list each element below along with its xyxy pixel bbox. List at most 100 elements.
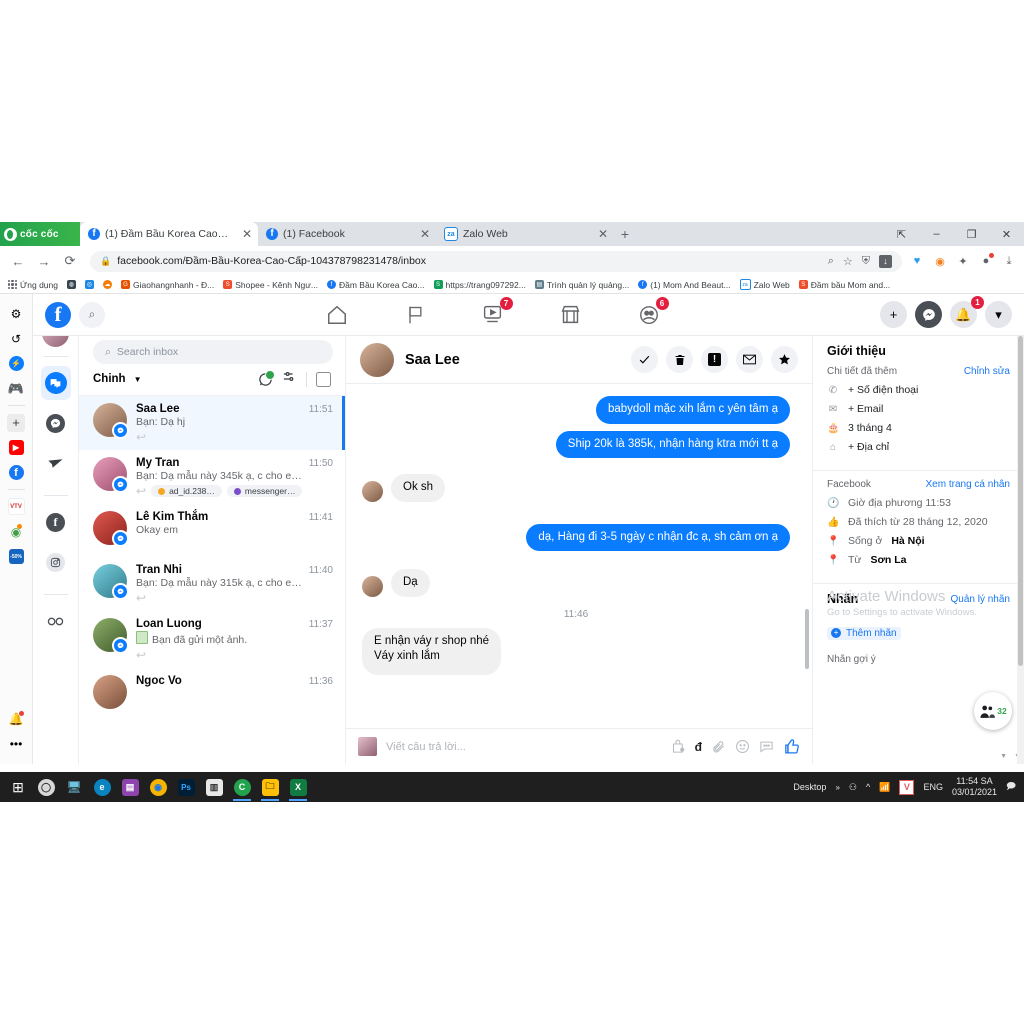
- address-bar[interactable]: 🔒 facebook.com/Đầm-Bầu-Korea-Cao-Cấp-104…: [90, 250, 902, 272]
- maximize-icon[interactable]: ❐: [954, 228, 989, 241]
- bookmark-ads-manager[interactable]: ▤ Trình quản lý quảng...: [532, 280, 632, 290]
- browser-tab-2-close-icon[interactable]: ✕: [412, 227, 430, 241]
- report-spam-button[interactable]: !: [701, 346, 728, 373]
- profile-avatar-icon[interactable]: ●: [979, 253, 994, 268]
- conversation-item-saa-lee[interactable]: Saa Lee 11:51 Bạn: Dạ hj ↩: [79, 396, 345, 450]
- file-explorer-icon[interactable]: 🗀: [256, 773, 284, 801]
- sale-50-icon[interactable]: -50%: [5, 544, 27, 569]
- browser-tab-1[interactable]: f (1) Đầm Bầu Korea Cao Cấp | ✕: [80, 222, 258, 246]
- reply-input[interactable]: Viết câu trả lời...: [386, 741, 662, 753]
- marketplace-icon[interactable]: [558, 302, 584, 328]
- bookmark-globe[interactable]: ◍: [64, 280, 79, 289]
- reload-icon[interactable]: ⟳: [58, 249, 82, 273]
- forward-icon[interactable]: →: [32, 249, 56, 273]
- bookmark-dambau-mom[interactable]: S Đầm bầu Mom and...: [796, 280, 893, 290]
- thread-scrollbar[interactable]: [805, 609, 809, 669]
- filter-settings-icon[interactable]: [282, 369, 297, 389]
- dong-currency-icon[interactable]: đ: [695, 740, 702, 754]
- shopping-tag-icon[interactable]: ◉: [5, 519, 27, 544]
- heart-extension-icon[interactable]: ♥: [910, 254, 924, 268]
- inbox-filter-label[interactable]: Chinh: [93, 373, 126, 385]
- chrome-icon[interactable]: ◉: [144, 773, 172, 801]
- star-button[interactable]: [771, 346, 798, 373]
- messenger-button[interactable]: [915, 301, 942, 328]
- overflow-icon[interactable]: »: [835, 783, 839, 792]
- chevron-down-icon[interactable]: ▼: [134, 375, 142, 384]
- mark-done-button[interactable]: [631, 346, 658, 373]
- bookmark-sheets[interactable]: S https://trang097292...: [431, 280, 529, 290]
- manage-labels-link[interactable]: Quản lý nhãn: [951, 594, 1011, 605]
- notifications-button[interactable]: 🔔 1: [950, 296, 984, 328]
- bookmark-star-icon[interactable]: ☆: [843, 255, 853, 268]
- microsoft-store-icon[interactable]: ▥: [200, 773, 228, 801]
- saved-replies-icon[interactable]: [671, 739, 686, 754]
- detail-address[interactable]: ⌂ + Địa chỉ: [827, 441, 1010, 453]
- bookmark-mom-and-beauty[interactable]: f (1) Mom And Beaut...: [635, 280, 733, 290]
- select-all-checkbox[interactable]: [316, 371, 331, 387]
- home-icon[interactable]: [324, 302, 350, 328]
- watch-video-icon[interactable]: 7: [480, 296, 513, 328]
- detail-phone[interactable]: ✆ + Số điện thoại: [827, 384, 1010, 396]
- history-icon[interactable]: ↺: [5, 326, 27, 351]
- account-menu-button[interactable]: ▾: [985, 301, 1012, 328]
- wifi-icon[interactable]: 📶: [879, 782, 890, 793]
- conversation-item-le-kim-tham[interactable]: Lê Kim Thắm 11:41 Okay em: [79, 504, 345, 557]
- conversation-tag[interactable]: ad_id.238…: [151, 485, 222, 497]
- bookmark-compass[interactable]: ◎: [82, 280, 97, 289]
- download-video-icon[interactable]: ↓: [879, 254, 892, 268]
- browser-tab-2[interactable]: f (1) Facebook ✕: [258, 222, 436, 246]
- shield-icon[interactable]: ⛨: [862, 255, 870, 268]
- bookmark-ghn[interactable]: G Giaohangnhanh - Đ...: [118, 280, 217, 290]
- minimize-icon[interactable]: –: [919, 228, 954, 240]
- avatar[interactable]: [360, 342, 394, 377]
- messenger-icon[interactable]: ⚡: [5, 351, 27, 376]
- edit-details-link[interactable]: Chỉnh sửa: [964, 366, 1010, 377]
- facebook-logo[interactable]: f: [45, 301, 71, 328]
- bookmark-shopee[interactable]: S Shopee - Kênh Ngư...: [220, 280, 321, 290]
- detail-email[interactable]: ✉ + Email: [827, 403, 1010, 415]
- create-plus-button[interactable]: +: [880, 301, 907, 328]
- bookmark-zalo[interactable]: za Zalo Web: [737, 279, 793, 290]
- coccoc-icon[interactable]: C: [228, 773, 256, 801]
- orange-extension-icon[interactable]: ◉: [933, 254, 947, 268]
- downloads-icon[interactable]: ⤓: [1002, 254, 1016, 268]
- photoshop-icon[interactable]: Ps: [172, 773, 200, 801]
- emoji-icon[interactable]: [735, 739, 750, 754]
- groups-icon[interactable]: 6: [636, 296, 669, 328]
- people-icon[interactable]: ⚇: [849, 782, 857, 793]
- scroll-down-icon[interactable]: ▼: [1000, 753, 1007, 760]
- infinity-tab[interactable]: [41, 604, 71, 638]
- close-window-icon[interactable]: ✕: [989, 228, 1024, 241]
- conversation-tag[interactable]: messenger…: [226, 485, 303, 497]
- search-input[interactable]: ⌕ Search inbox: [93, 340, 333, 364]
- send-paper-plane-tab[interactable]: [41, 446, 71, 480]
- task-view[interactable]: 🖥: [60, 773, 88, 801]
- page-scrollbar[interactable]: [1017, 336, 1024, 764]
- assignee-floating-badge[interactable]: 32: [974, 692, 1012, 730]
- puzzle-extensions-icon[interactable]: ✦: [956, 254, 970, 268]
- add-label-button[interactable]: + Thêm nhãn: [827, 626, 901, 640]
- add-icon[interactable]: +: [5, 410, 27, 435]
- delete-button[interactable]: [666, 346, 693, 373]
- action-center-icon[interactable]: 🗩: [1006, 779, 1016, 795]
- language-indicator[interactable]: ENG: [923, 782, 943, 792]
- online-chat-icon[interactable]: [258, 369, 275, 387]
- detail-birthday[interactable]: 🎂 3 tháng 4: [827, 422, 1010, 434]
- messenger-tab[interactable]: [41, 406, 71, 440]
- view-profile-link[interactable]: Xem trang cá nhân: [926, 479, 1011, 490]
- back-icon[interactable]: ←: [6, 249, 30, 273]
- browser-tab-3-close-icon[interactable]: ✕: [590, 227, 608, 241]
- bookmark-apps[interactable]: Ứng dụng: [5, 280, 61, 290]
- show-hidden-icons[interactable]: ^: [866, 782, 870, 792]
- vtv-icon[interactable]: VTV: [5, 494, 27, 519]
- conversation-item-tran-nhi[interactable]: Tran Nhi 11:40 Bạn: Dạ mẫu này 315k ạ, c…: [79, 557, 345, 611]
- youtube-icon[interactable]: ▶: [5, 435, 27, 460]
- facebook-channel-tab[interactable]: f: [41, 505, 71, 539]
- more-icon[interactable]: •••: [5, 731, 27, 764]
- mark-unread-button[interactable]: [736, 346, 763, 373]
- instagram-channel-tab[interactable]: [41, 545, 71, 579]
- excel-icon[interactable]: X: [284, 773, 312, 801]
- bookmark-dambau[interactable]: f Đầm Bầu Korea Cao...: [324, 280, 428, 290]
- bell-icon[interactable]: 🔔: [5, 706, 27, 731]
- game-controller-icon[interactable]: 🎮: [5, 376, 27, 401]
